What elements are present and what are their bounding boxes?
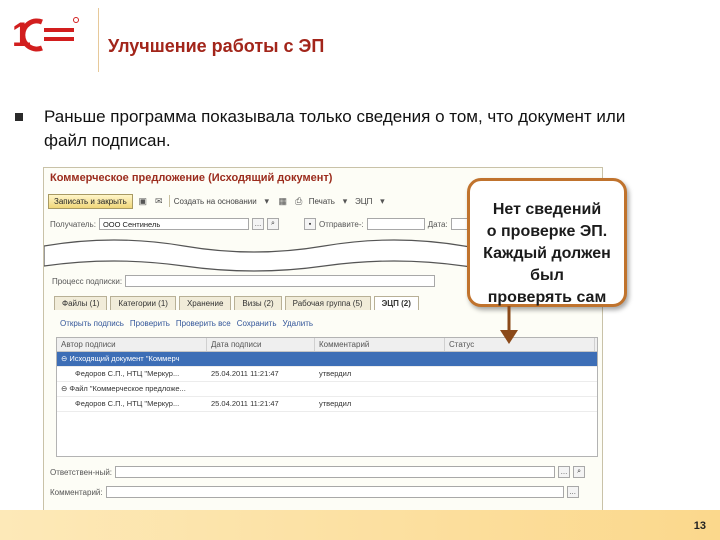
cell-author: ⊖ Файл "Коммерческое предложе... <box>61 384 186 393</box>
cell-status <box>445 397 595 411</box>
column-comment[interactable]: Комментарий <box>315 338 445 351</box>
recipient-label: Получатель: <box>50 219 96 229</box>
sender-field[interactable] <box>366 218 425 230</box>
recipient-field[interactable]: ООО Сентинель <box>98 218 249 230</box>
print-icon[interactable]: ⎙ <box>293 195 305 207</box>
window-title: Коммерческое предложение (Исходящий доку… <box>50 172 333 184</box>
ep-menu-button[interactable]: ЭЦП <box>355 197 372 206</box>
tab-storage[interactable]: Хранение <box>178 296 232 310</box>
cell-comment <box>315 352 445 366</box>
chevron-down-icon[interactable]: ▾ <box>339 195 351 207</box>
callout-text: Нет сведений о проверке ЭП. Каждый долже… <box>470 199 624 309</box>
column-date[interactable]: Дата подписи <box>207 338 315 351</box>
table-row[interactable]: ⊖ Файл "Коммерческое предложе... <box>57 382 597 397</box>
cell-author: Федоров С.П., НТЦ "Меркур... <box>75 369 180 378</box>
review-label: Процесс подписки: <box>52 276 123 286</box>
footer-bar <box>0 510 720 540</box>
verify-all-link[interactable]: Проверить все <box>176 319 231 328</box>
toolbar-separator <box>168 195 170 207</box>
tab-workgroup[interactable]: Рабочая группа (5) <box>284 296 371 310</box>
cell-author: Федоров С.П., НТЦ "Меркур... <box>75 399 180 408</box>
tab-categories[interactable]: Категории (1) <box>110 296 176 310</box>
review-field[interactable] <box>125 275 436 287</box>
signatures-table: Автор подписи Дата подписи Комментарий С… <box>56 337 598 457</box>
cell-status <box>445 382 595 396</box>
search-icon[interactable]: ⌕ <box>266 218 279 230</box>
comment-row: Комментарий: … <box>50 486 579 498</box>
save-icon[interactable]: ▣ <box>137 195 149 207</box>
review-row: Процесс подписки: <box>52 275 436 287</box>
bullet-marker <box>15 113 23 121</box>
callout-line: Нет сведений <box>492 201 602 218</box>
callout-line: о проверке ЭП. <box>486 223 608 240</box>
create-basis-button[interactable]: Создать на основании <box>174 197 257 206</box>
cell-comment: утвердил <box>319 369 352 378</box>
chevron-down-icon[interactable]: ▾ <box>261 195 273 207</box>
tab-files[interactable]: Файлы (1) <box>54 296 108 310</box>
delete-link[interactable]: Удалить <box>283 319 314 328</box>
slide-title: Улучшение работы с ЭП <box>108 36 325 56</box>
save-close-button[interactable]: Записать и закрыть <box>48 193 133 209</box>
cell-comment <box>315 382 445 396</box>
cell-status <box>445 367 595 381</box>
cell-author: ⊖ Исходящий документ "Коммерч <box>61 354 180 363</box>
table-row[interactable]: ⊖ Исходящий документ "Коммерч <box>57 352 597 367</box>
cell-status <box>445 352 595 366</box>
callout-arrow <box>500 306 518 344</box>
cell-date <box>207 382 315 396</box>
tab-bar: Файлы (1) Категории (1) Хранение Визы (2… <box>54 296 419 310</box>
sender-label: Отправите-: <box>319 219 364 229</box>
callout-box: Нет сведений о проверке ЭП. Каждый долже… <box>467 178 627 307</box>
cell-date: 25.04.2011 11:21:47 <box>211 399 279 408</box>
comment-label: Комментарий: <box>50 487 103 497</box>
select-button[interactable]: … <box>566 486 579 498</box>
page-number: 13 <box>693 520 706 532</box>
select-button[interactable]: … <box>251 218 264 230</box>
mail-icon[interactable]: ✉ <box>153 195 165 207</box>
chevron-down-icon[interactable]: ▾ <box>376 195 388 207</box>
print-button[interactable]: Печать <box>309 197 335 206</box>
table-row[interactable]: Федоров С.П., НТЦ "Меркур... 25.04.2011 … <box>57 367 597 382</box>
responsible-label: Ответствен-ный: <box>50 467 113 477</box>
select-button[interactable]: … <box>558 466 571 478</box>
cell-date <box>207 352 315 366</box>
column-author[interactable]: Автор подписи <box>57 338 207 351</box>
cell-date: 25.04.2011 11:21:47 <box>211 369 279 378</box>
tab-visas[interactable]: Визы (2) <box>234 296 282 310</box>
date-label: Дата: <box>427 219 448 229</box>
sender-icon[interactable]: ▪ <box>304 218 316 230</box>
toolbar: Записать и закрыть ▣ ✉ Создать на основа… <box>48 192 388 210</box>
responsible-row: Ответствен-ный: … ⌕ <box>50 466 586 478</box>
tab-ep[interactable]: ЭЦП (2) <box>373 296 419 310</box>
cell-comment: утвердил <box>319 399 352 408</box>
grid-icon[interactable]: ▦ <box>277 195 289 207</box>
bullet-text: Раньше программа показывала только сведе… <box>44 107 626 150</box>
signature-actions: Открыть подпись Проверить Проверить все … <box>60 319 313 328</box>
callout-line: Каждый должен был <box>483 245 611 284</box>
verify-link[interactable]: Проверить <box>130 319 170 328</box>
title-divider <box>98 8 99 72</box>
recipient-row: Получатель: ООО Сентинель … ⌕ <box>50 218 279 230</box>
responsible-field[interactable] <box>115 466 556 478</box>
comment-field[interactable] <box>105 486 564 498</box>
table-row[interactable]: Федоров С.П., НТЦ "Меркур... 25.04.2011 … <box>57 397 597 412</box>
search-icon[interactable]: ⌕ <box>573 466 586 478</box>
save-link[interactable]: Сохранить <box>237 319 277 328</box>
1c-logo: 1 <box>12 16 79 54</box>
open-signature-link[interactable]: Открыть подпись <box>60 319 124 328</box>
